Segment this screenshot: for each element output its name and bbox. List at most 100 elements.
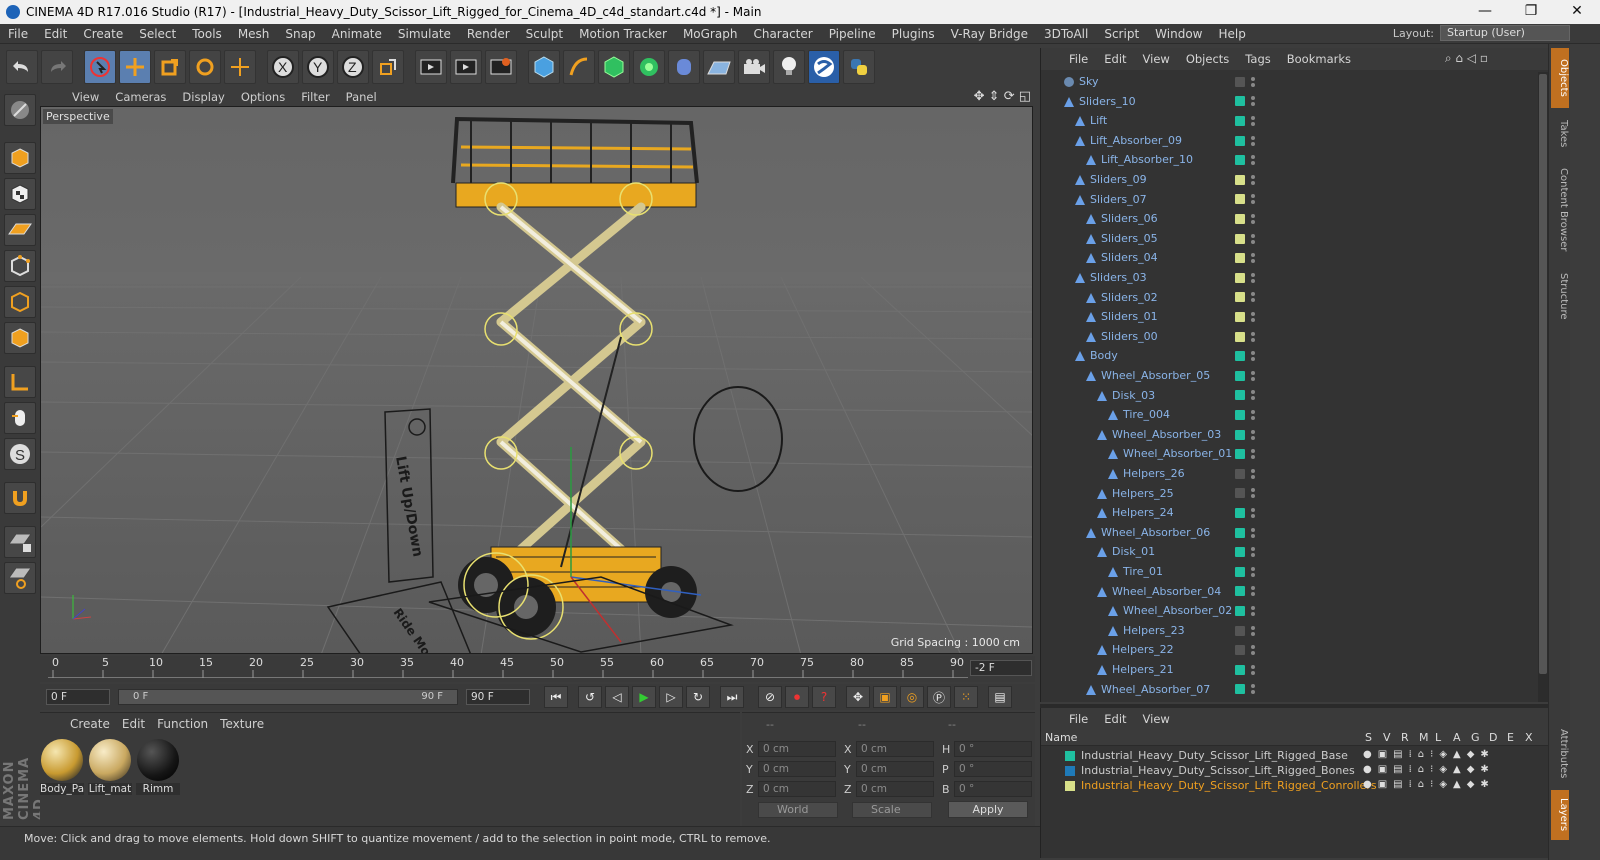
viewport-menu-display[interactable]: Display [174, 90, 232, 104]
move-tool-icon[interactable] [119, 50, 151, 84]
go-to-end-icon[interactable]: ⏭ [720, 686, 744, 708]
layer-color-swatch[interactable] [1226, 543, 1264, 562]
rotate-tool-icon[interactable] [189, 50, 221, 84]
object-row[interactable]: Disk_01 [1041, 542, 1535, 562]
size-mode-dropdown[interactable]: Scale [852, 802, 932, 818]
menu-mograph[interactable]: MoGraph [675, 27, 746, 41]
object-name[interactable]: Helpers_24 [1112, 506, 1174, 519]
object-name[interactable]: Lift [1090, 114, 1107, 127]
menu-character[interactable]: Character [745, 27, 820, 41]
layer-color-swatch[interactable] [1226, 425, 1264, 444]
record-active-objects-icon[interactable]: ⊘ [758, 686, 782, 708]
layer-color-swatch[interactable] [1226, 503, 1264, 522]
scale-tool-icon[interactable] [154, 50, 186, 84]
material-swatch[interactable]: Rimm [136, 739, 180, 795]
layer-row[interactable]: Industrial_Heavy_Duty_Scissor_Lift_Rigge… [1041, 763, 1546, 778]
maximize-button[interactable]: ❐ [1508, 0, 1554, 24]
menu-snap[interactable]: Snap [277, 27, 323, 41]
layer-color-swatch[interactable] [1226, 72, 1264, 91]
material-menu-create[interactable]: Create [64, 717, 116, 731]
menu-sculpt[interactable]: Sculpt [518, 27, 571, 41]
layer-color-swatch[interactable] [1226, 92, 1264, 111]
layer-row[interactable]: Industrial_Heavy_Duty_Scissor_Lift_Rigge… [1041, 778, 1546, 793]
y-axis-lock-icon[interactable]: Y [302, 50, 334, 84]
object-row[interactable]: Body [1041, 346, 1535, 366]
planar-workplane-icon[interactable] [4, 562, 36, 594]
menu-3dtoall[interactable]: 3DToAll [1036, 27, 1096, 41]
object-name[interactable]: Sliders_00 [1101, 330, 1158, 343]
viewport-nav-icons[interactable]: ✥ ⇕ ⟳ ◱ [974, 89, 1031, 104]
menu-mesh[interactable]: Mesh [230, 27, 278, 41]
object-name[interactable]: Sliders_02 [1101, 291, 1158, 304]
object-name[interactable]: Disk_01 [1112, 545, 1155, 558]
next-frame-icon[interactable]: ▷ [659, 686, 683, 708]
menu-create[interactable]: Create [75, 27, 131, 41]
layout-dropdown[interactable]: Startup (User) [1440, 25, 1570, 41]
current-frame-field[interactable]: -2 F [970, 660, 1032, 676]
keyframe-selection-icon[interactable]: ? [812, 686, 836, 708]
frame-range-slider[interactable]: 0 F 90 F [118, 689, 458, 705]
object-name[interactable]: Helpers_26 [1123, 467, 1185, 480]
autokeying-icon[interactable]: ⏺ [785, 686, 809, 708]
object-row[interactable]: Lift [1041, 111, 1535, 131]
object-row[interactable]: Helpers_24 [1041, 503, 1535, 523]
size-x-field[interactable]: 0 cm [856, 741, 934, 757]
material-swatch[interactable]: Body_Pa [40, 739, 84, 795]
texture-mode-icon[interactable] [4, 178, 36, 210]
object-name[interactable]: Sliders_03 [1090, 271, 1147, 284]
menu-simulate[interactable]: Simulate [390, 27, 459, 41]
layer-color-swatch[interactable] [1226, 601, 1264, 620]
object-name[interactable]: Tire_004 [1123, 408, 1170, 421]
object-row[interactable]: Sliders_04 [1041, 248, 1535, 268]
tab-takes[interactable]: Takes [1551, 114, 1569, 154]
object-row[interactable]: Wheel_Absorber_02 [1041, 601, 1535, 621]
minimize-button[interactable]: — [1462, 0, 1508, 24]
object-name[interactable]: Wheel_Absorber_03 [1112, 428, 1221, 441]
object-name[interactable]: Disk_03 [1112, 389, 1155, 402]
layer-color-swatch[interactable] [1226, 131, 1264, 150]
record-scale-icon[interactable]: ▣ [873, 686, 897, 708]
object-name[interactable]: Sky [1079, 75, 1098, 88]
record-point-level-icon[interactable]: ⁙ [954, 686, 978, 708]
object-name[interactable]: Wheel_Absorber_05 [1101, 369, 1210, 382]
redo-icon[interactable] [41, 50, 73, 84]
material-menu-edit[interactable]: Edit [116, 717, 151, 731]
position-y-field[interactable]: 0 cm [758, 761, 836, 777]
layer-name[interactable]: Industrial_Heavy_Duty_Scissor_Lift_Rigge… [1081, 764, 1355, 777]
deformer-icon[interactable] [668, 50, 700, 84]
render-view-icon[interactable] [415, 50, 447, 84]
layer-color-swatch[interactable] [1226, 268, 1264, 287]
object-row[interactable]: Wheel_Absorber_01 [1041, 444, 1535, 464]
viewport-camera-label[interactable]: Perspective [43, 109, 113, 124]
object-row[interactable]: Wheel_Absorber_03 [1041, 425, 1535, 445]
object-name[interactable]: Sliders_06 [1101, 212, 1158, 225]
layer-color-swatch[interactable] [1226, 347, 1264, 366]
vray-icon[interactable] [808, 50, 840, 84]
om-menu-view[interactable]: View [1135, 52, 1178, 66]
polygons-mode-icon[interactable] [4, 322, 36, 354]
size-y-field[interactable]: 0 cm [856, 761, 934, 777]
layer-color-swatch[interactable] [1226, 209, 1264, 228]
layer-color-swatch[interactable] [1226, 307, 1264, 326]
workplane-mode-icon[interactable] [4, 214, 36, 246]
layer-color-swatch[interactable] [1226, 445, 1264, 464]
layer-color-swatch[interactable] [1226, 386, 1264, 405]
material-menu-texture[interactable]: Texture [214, 717, 270, 731]
record-position-icon[interactable]: ✥ [846, 686, 870, 708]
size-z-field[interactable]: 0 cm [856, 781, 934, 797]
subdivision-surface-icon[interactable] [598, 50, 630, 84]
object-row[interactable]: Sliders_09 [1041, 170, 1535, 190]
om-menu-file[interactable]: File [1061, 52, 1096, 66]
object-row[interactable]: Helpers_23 [1041, 621, 1535, 641]
lm-menu-view[interactable]: View [1135, 712, 1178, 726]
material-menu-function[interactable]: Function [151, 717, 214, 731]
layer-color-swatch[interactable] [1226, 641, 1264, 660]
om-menu-edit[interactable]: Edit [1096, 52, 1134, 66]
viewport-menu-options[interactable]: Options [233, 90, 293, 104]
layer-color-swatch[interactable] [1226, 327, 1264, 346]
menu-render[interactable]: Render [459, 27, 518, 41]
menu-motion-tracker[interactable]: Motion Tracker [571, 27, 675, 41]
layer-toggle-icons[interactable]: ●▣▤⁞⌂⁝◈▲◆✱ [1363, 749, 1495, 760]
menu-window[interactable]: Window [1147, 27, 1210, 41]
apply-button[interactable]: Apply [948, 801, 1028, 818]
